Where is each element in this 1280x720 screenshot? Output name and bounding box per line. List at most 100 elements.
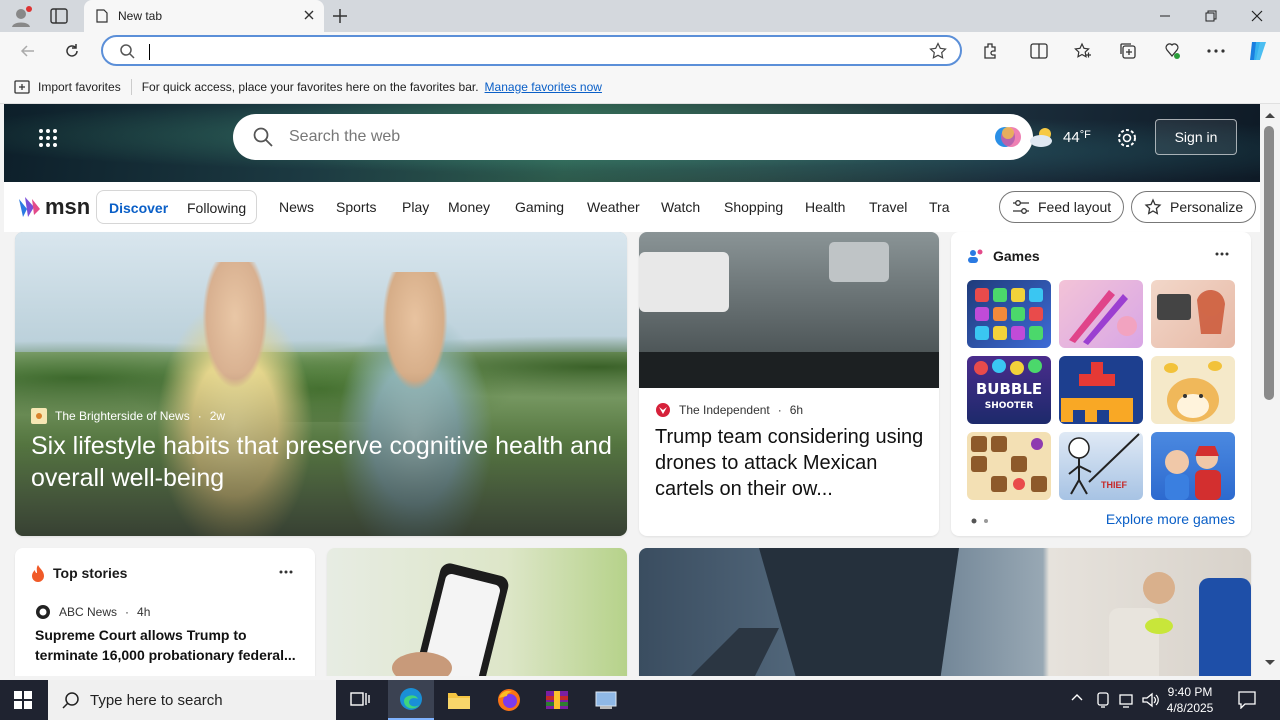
favorite-star-icon[interactable] [929, 42, 947, 60]
top-story-source: ABC News · 4h [35, 604, 150, 620]
taskbar-control-panel[interactable] [583, 680, 629, 720]
story2-source: The Independent · 6h [655, 402, 803, 418]
more-options-icon[interactable] [1200, 35, 1232, 67]
favorites-icon[interactable] [1067, 35, 1099, 67]
taskbar-firefox[interactable] [486, 680, 532, 720]
personalize-button[interactable]: Personalize [1131, 191, 1257, 223]
copilot-search-icon[interactable] [993, 123, 1023, 151]
import-favorites-link[interactable]: Import favorites [38, 80, 121, 94]
games-card: Games BUBBLE SHOOTER THIEF Explore more … [951, 232, 1251, 536]
notifications-icon[interactable] [1238, 691, 1256, 709]
network-icon[interactable] [1119, 692, 1135, 708]
sign-in-button[interactable]: Sign in [1155, 119, 1237, 155]
msn-butterfly-icon [16, 195, 42, 219]
fitness-illustration [691, 548, 1251, 676]
source-sun-icon [31, 408, 47, 424]
top-story-title[interactable]: Supreme Court allows Trump to terminate … [35, 625, 299, 665]
scroll-up-icon[interactable] [1265, 112, 1275, 118]
story2-age: 6h [789, 403, 804, 417]
collections-icon[interactable] [1112, 35, 1144, 67]
explore-more-games-link[interactable]: Explore more games [1106, 511, 1235, 527]
settings-icon[interactable] [1116, 127, 1138, 149]
taskbar-edge[interactable] [388, 680, 434, 720]
minimize-icon[interactable] [1142, 0, 1188, 32]
start-button[interactable] [0, 680, 46, 720]
nav-sports[interactable]: Sports [336, 199, 376, 215]
show-hidden-icons[interactable] [1071, 693, 1083, 701]
taskbar-clock[interactable]: 9:40 PM 4/8/2025 [1160, 684, 1220, 716]
games-more-icon[interactable] [1215, 252, 1229, 256]
nav-news[interactable]: News [279, 199, 314, 215]
extensions-icon[interactable] [975, 35, 1007, 67]
copilot-icon[interactable] [1242, 35, 1274, 67]
top-story-age: 4h [137, 605, 151, 619]
taskbar-winrar[interactable] [534, 680, 580, 720]
story2-title[interactable]: Trump team considering using drones to a… [655, 424, 929, 502]
top-stories-more-icon[interactable] [279, 570, 293, 574]
browser-essentials-icon[interactable] [1156, 35, 1188, 67]
taskbar-search-icon [62, 691, 80, 709]
game-tile-blocks[interactable] [1059, 356, 1143, 424]
profile-icon[interactable] [10, 6, 32, 28]
main-story-title[interactable]: Six lifestyle habits that preserve cogni… [31, 430, 621, 494]
feed-layout-label: Feed layout [1038, 199, 1112, 215]
nav-play[interactable]: Play [402, 199, 429, 215]
apps-launcher-icon[interactable] [38, 128, 58, 148]
address-bar[interactable] [101, 35, 962, 66]
nav-watch[interactable]: Watch [661, 199, 700, 215]
new-tab-icon[interactable] [332, 8, 348, 24]
game-tile-hotel[interactable] [1151, 432, 1235, 500]
import-icon[interactable] [14, 79, 30, 95]
winrar-icon [546, 691, 568, 709]
web-search-box[interactable]: Search the web [233, 114, 1033, 160]
volume-icon[interactable] [1142, 692, 1160, 708]
game-tile-doctor[interactable] [1151, 280, 1235, 348]
nav-money[interactable]: Money [448, 199, 490, 215]
game-tile-makeup[interactable] [1059, 280, 1143, 348]
browser-toolbar [0, 32, 1280, 70]
device-icon[interactable] [1096, 692, 1110, 708]
scroll-down-icon[interactable] [1265, 660, 1275, 666]
nav-gaming[interactable]: Gaming [515, 199, 564, 215]
msn-logo[interactable]: msn [16, 194, 90, 220]
close-window-icon[interactable] [1234, 0, 1280, 32]
nav-travel[interactable]: Travel [869, 199, 907, 215]
back-icon[interactable] [12, 35, 44, 67]
tab-new-tab[interactable]: New tab [84, 0, 324, 32]
control-panel-icon [595, 691, 617, 709]
main-story-card[interactable]: The Brighterside of News · 2w Six lifest… [15, 232, 627, 536]
page-scrollbar[interactable] [1260, 104, 1280, 676]
game-tile-thief[interactable]: THIEF [1059, 432, 1143, 500]
image-dashboard [639, 352, 939, 388]
close-tab-icon[interactable] [302, 8, 316, 22]
nav-weather[interactable]: Weather [587, 199, 640, 215]
manage-favorites-link[interactable]: Manage favorites now [485, 80, 602, 94]
taskbar-search-box[interactable]: Type here to search [48, 680, 336, 720]
game-tile-shiba[interactable] [1151, 356, 1235, 424]
story-card-phone-image[interactable] [327, 548, 627, 676]
split-screen-icon[interactable] [1023, 35, 1055, 67]
carousel-dots[interactable] [971, 518, 991, 524]
game-tile-bubble-shooter[interactable]: BUBBLE SHOOTER [967, 356, 1051, 424]
weather-widget[interactable]: 44°F [1029, 126, 1091, 148]
msn-nav-bar: msn Discover Following News Sports Play … [4, 182, 1260, 232]
independent-logo-icon [655, 402, 671, 418]
refresh-icon[interactable] [56, 35, 88, 67]
taskbar-file-explorer[interactable] [436, 680, 482, 720]
image-car-left [639, 252, 729, 312]
tab-actions-icon[interactable] [50, 8, 68, 24]
game-tile-block-puzzle[interactable] [967, 432, 1051, 500]
story-card-independent[interactable]: The Independent · 6h Trump team consider… [639, 232, 939, 536]
tab-discover[interactable]: Discover [109, 200, 168, 216]
nav-shopping[interactable]: Shopping [724, 199, 783, 215]
favorites-bar: Import favorites For quick access, place… [0, 70, 1280, 104]
story-card-fitness-image[interactable] [639, 548, 1251, 676]
nav-more-truncated[interactable]: Tra [929, 199, 949, 215]
tab-following[interactable]: Following [187, 200, 246, 216]
restore-icon[interactable] [1188, 0, 1234, 32]
feed-layout-button[interactable]: Feed layout [999, 191, 1125, 223]
game-tile-jewels[interactable] [967, 280, 1051, 348]
task-view-button[interactable] [337, 680, 383, 720]
nav-health[interactable]: Health [805, 199, 845, 215]
scrollbar-thumb[interactable] [1264, 126, 1274, 400]
